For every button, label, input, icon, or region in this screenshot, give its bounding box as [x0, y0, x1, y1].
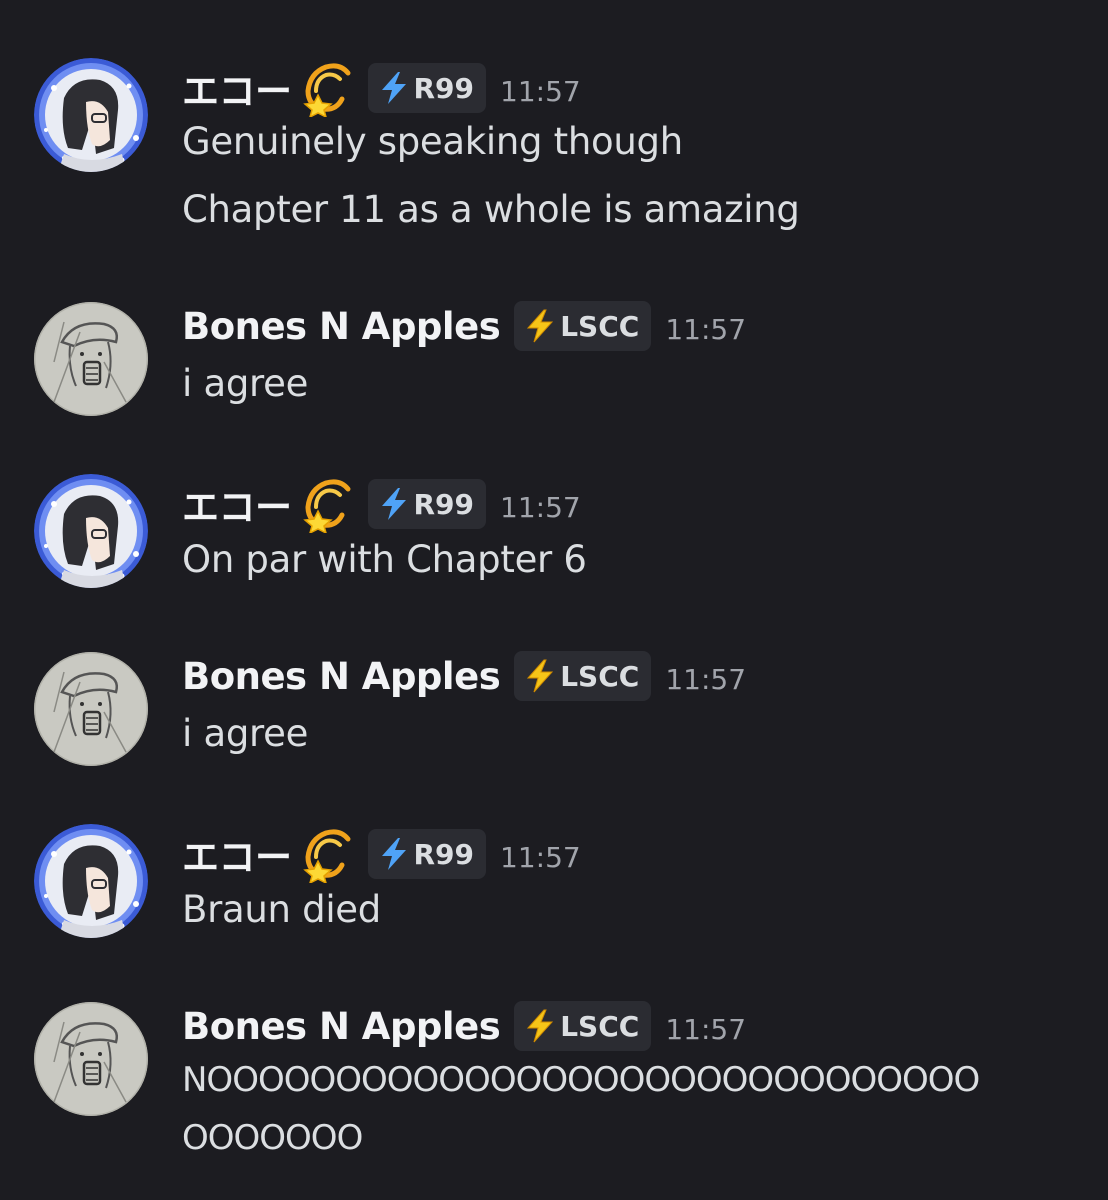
clan-tag-label: R99 — [413, 71, 475, 105]
message-header: エコー R99 11:57 — [182, 824, 581, 884]
lightning-bolt-icon — [524, 1008, 556, 1044]
message-header: Bones N Apples LSCC 11:57 — [182, 296, 746, 356]
avatar[interactable] — [34, 824, 148, 938]
lightning-bolt-icon — [524, 308, 556, 344]
lightning-bolt-icon — [378, 70, 410, 106]
message-text: NOOOOOOOOOOOOOOOOOOOOOOOOOOOOOO — [182, 1060, 980, 1100]
dizzy-emoji-icon — [296, 475, 354, 533]
clan-tag[interactable]: R99 — [367, 479, 487, 529]
message-header: Bones N Apples LSCC 11:57 — [182, 996, 746, 1056]
author-name[interactable]: エコー — [182, 477, 292, 531]
timestamp: 11:57 — [500, 490, 581, 524]
dizzy-emoji-icon — [296, 825, 354, 883]
clan-tag-label: R99 — [413, 837, 475, 871]
clan-tag[interactable]: LSCC — [514, 651, 652, 701]
author-name[interactable]: エコー — [182, 827, 292, 881]
avatar[interactable] — [34, 652, 148, 766]
author-name[interactable]: Bones N Apples — [182, 655, 501, 698]
message-text: On par with Chapter 6 — [182, 538, 587, 581]
avatar-image — [34, 58, 148, 172]
clan-tag-label: R99 — [413, 487, 475, 521]
clan-tag[interactable]: LSCC — [514, 301, 652, 351]
message-header: Bones N Apples LSCC 11:57 — [182, 646, 746, 706]
author-name[interactable]: Bones N Apples — [182, 1005, 501, 1048]
clan-tag[interactable]: R99 — [367, 63, 487, 113]
avatar-image — [34, 474, 148, 588]
timestamp: 11:57 — [665, 1012, 747, 1046]
avatar-image — [34, 1002, 148, 1116]
timestamp: 11:57 — [500, 74, 581, 108]
dizzy-emoji-icon — [296, 59, 354, 117]
avatar-image — [34, 824, 148, 938]
timestamp: 11:57 — [665, 312, 747, 346]
clan-tag-label: LSCC — [560, 1009, 640, 1043]
message-text: i agree — [182, 362, 309, 405]
lightning-bolt-icon — [524, 658, 556, 694]
avatar-image — [34, 652, 148, 766]
message-text: Braun died — [182, 888, 381, 931]
avatar[interactable] — [34, 58, 148, 172]
message-text: OOOOOOO — [182, 1118, 363, 1158]
author-name[interactable]: エコー — [182, 61, 292, 115]
clan-tag-label: LSCC — [560, 659, 640, 693]
lightning-bolt-icon — [378, 486, 410, 522]
message-text: Chapter 11 as a whole is amazing — [182, 188, 800, 231]
message-header: エコー R99 11:57 — [182, 474, 581, 534]
timestamp: 11:57 — [665, 662, 747, 696]
avatar[interactable] — [34, 302, 148, 416]
message-header: エコー R99 11:57 — [182, 58, 581, 118]
avatar[interactable] — [34, 1002, 148, 1116]
timestamp: 11:57 — [500, 840, 581, 874]
chat-message-list: エコー R99 11:57 Genuinely speaking though … — [0, 0, 1108, 1200]
message-text: i agree — [182, 712, 309, 755]
clan-tag[interactable]: R99 — [367, 829, 487, 879]
message-text: Genuinely speaking though — [182, 120, 683, 163]
author-name[interactable]: Bones N Apples — [182, 305, 501, 348]
avatar[interactable] — [34, 474, 148, 588]
lightning-bolt-icon — [378, 836, 410, 872]
clan-tag-label: LSCC — [560, 309, 640, 343]
avatar-image — [34, 302, 148, 416]
clan-tag[interactable]: LSCC — [514, 1001, 652, 1051]
